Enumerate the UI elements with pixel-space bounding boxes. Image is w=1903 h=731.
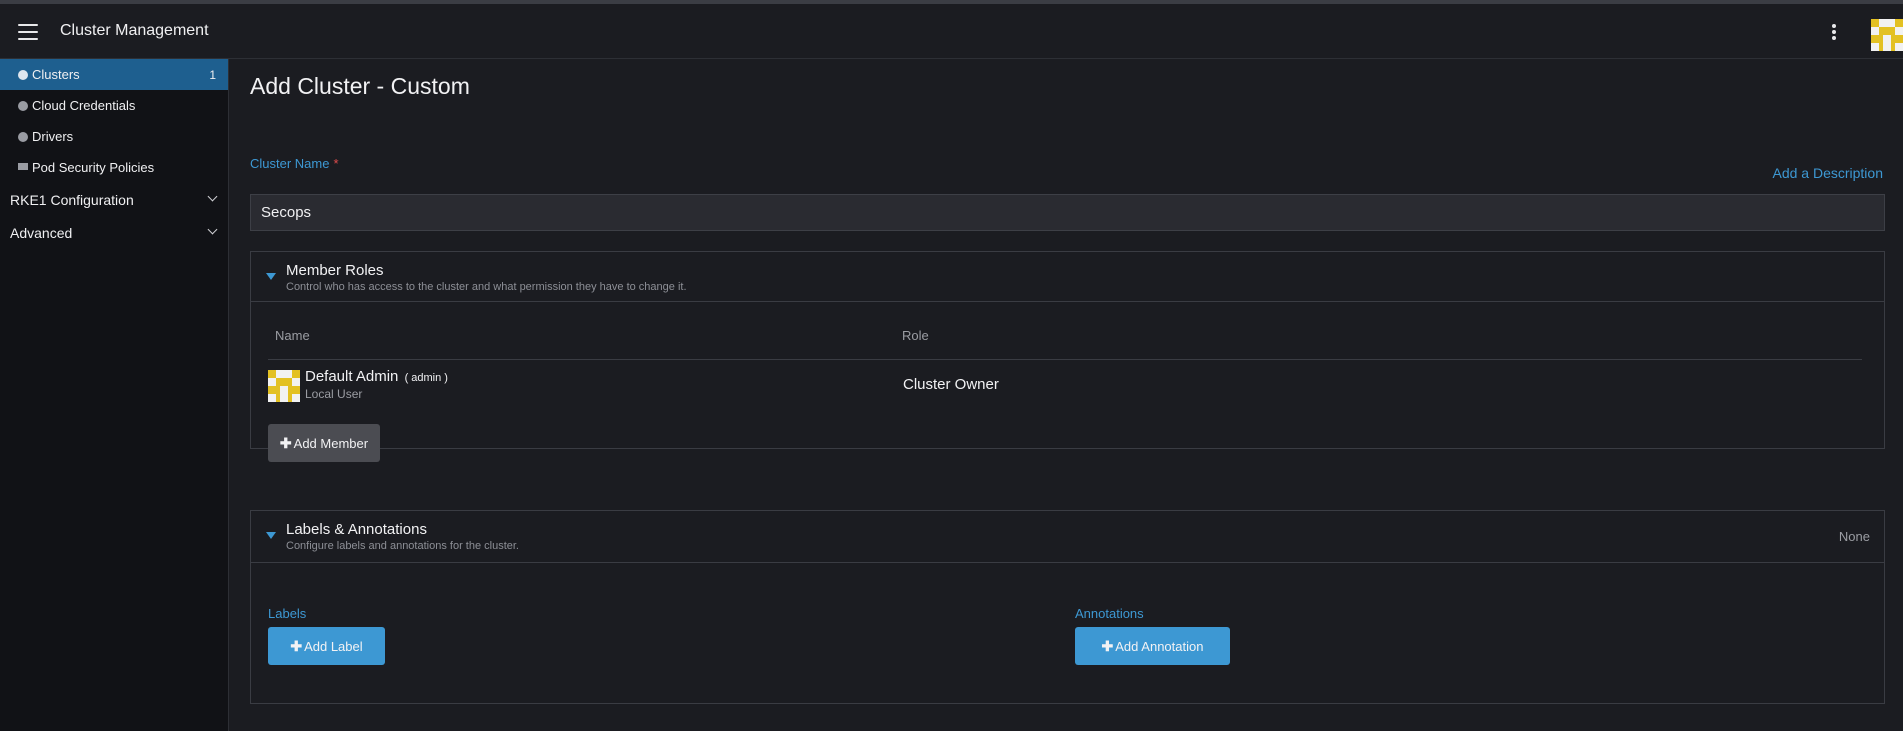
required-mark: * [333, 156, 339, 171]
sidebar-item-count: 1 [209, 67, 216, 82]
add-member-label: Add Member [293, 435, 369, 451]
column-header-role: Role [902, 328, 929, 343]
collapse-triangle-icon[interactable] [266, 532, 276, 539]
add-label-button[interactable]: ✚ Add Label [268, 627, 385, 665]
cluster-icon [18, 69, 28, 80]
member-roles-header[interactable]: Member Roles Control who has access to t… [251, 252, 1884, 302]
hamburger-icon[interactable] [18, 24, 38, 40]
member-avatar [268, 370, 300, 402]
labels-annotations-panel: Labels & Annotations Configure labels an… [250, 510, 1885, 704]
labels-annotations-header[interactable]: Labels & Annotations Configure labels an… [251, 511, 1884, 563]
member-name-text: Default Admin [305, 368, 399, 385]
table-divider [268, 359, 1862, 360]
member-type: Local User [305, 387, 363, 401]
app-title: Cluster Management [60, 22, 209, 39]
dot-icon [18, 131, 28, 142]
collapse-triangle-icon[interactable] [266, 273, 276, 280]
sidebar-item-cloud-credentials[interactable]: Cloud Credentials [0, 90, 228, 121]
plus-icon: ✚ [1101, 637, 1114, 654]
annotations-heading: Annotations [1075, 606, 1144, 621]
member-roles-title: Member Roles [286, 262, 384, 279]
add-annotation-label: Add Annotation [1115, 638, 1204, 654]
page-title: Add Cluster - Custom [250, 73, 470, 99]
sidebar-item-drivers[interactable]: Drivers [0, 121, 228, 152]
sidebar-item-label: Pod Security Policies [32, 160, 155, 175]
member-roles-subtitle: Control who has access to the cluster an… [286, 281, 687, 293]
member-name: Default Admin ( admin ) [305, 368, 448, 385]
add-member-button[interactable]: ✚ Add Member [268, 424, 380, 462]
labels-annotations-subtitle: Configure labels and annotations for the… [286, 540, 519, 552]
member-role: Cluster Owner [903, 376, 999, 393]
plus-icon: ✚ [290, 637, 303, 654]
sidebar-group-label: Advanced [10, 224, 73, 241]
member-username: ( admin ) [404, 372, 448, 384]
add-label-label: Add Label [304, 638, 363, 654]
add-description-link[interactable]: Add a Description [1772, 165, 1883, 181]
sidebar-group-advanced[interactable]: Advanced [0, 216, 228, 249]
sidebar-group-label: RKE1 Configuration [10, 191, 134, 208]
chevron-down-icon [207, 191, 218, 202]
plus-icon: ✚ [279, 434, 292, 451]
labels-annotations-status: None [1838, 529, 1870, 544]
sidebar-item-label: Drivers [32, 129, 74, 144]
main-content: Add Cluster - Custom Cluster Name * Add a… [229, 59, 1903, 731]
member-roles-panel: Member Roles Control who has access to t… [250, 251, 1885, 462]
sidebar-item-label: Clusters [32, 67, 80, 82]
folder-icon [18, 163, 28, 170]
labels-heading: Labels [268, 606, 307, 621]
kebab-icon[interactable] [1832, 24, 1836, 40]
dot-icon [18, 100, 28, 111]
sidebar: Clusters 1 Cloud Credentials Drivers Pod… [0, 59, 229, 731]
sidebar-item-label: Cloud Credentials [32, 98, 136, 113]
cluster-name-input[interactable] [250, 194, 1885, 231]
add-annotation-button[interactable]: ✚ Add Annotation [1075, 627, 1230, 665]
user-avatar[interactable] [1871, 18, 1903, 52]
cluster-name-label-text: Cluster Name [250, 156, 330, 171]
cluster-name-label: Cluster Name * [250, 156, 339, 171]
sidebar-group-rke1-configuration[interactable]: RKE1 Configuration [0, 183, 228, 216]
labels-annotations-title: Labels & Annotations [286, 521, 427, 538]
chevron-down-icon [207, 224, 218, 235]
column-header-name: Name [275, 328, 310, 343]
sidebar-item-pod-security-policies[interactable]: Pod Security Policies [0, 152, 228, 183]
app-header: Cluster Management [0, 4, 1903, 59]
sidebar-item-clusters[interactable]: Clusters 1 [0, 59, 228, 90]
